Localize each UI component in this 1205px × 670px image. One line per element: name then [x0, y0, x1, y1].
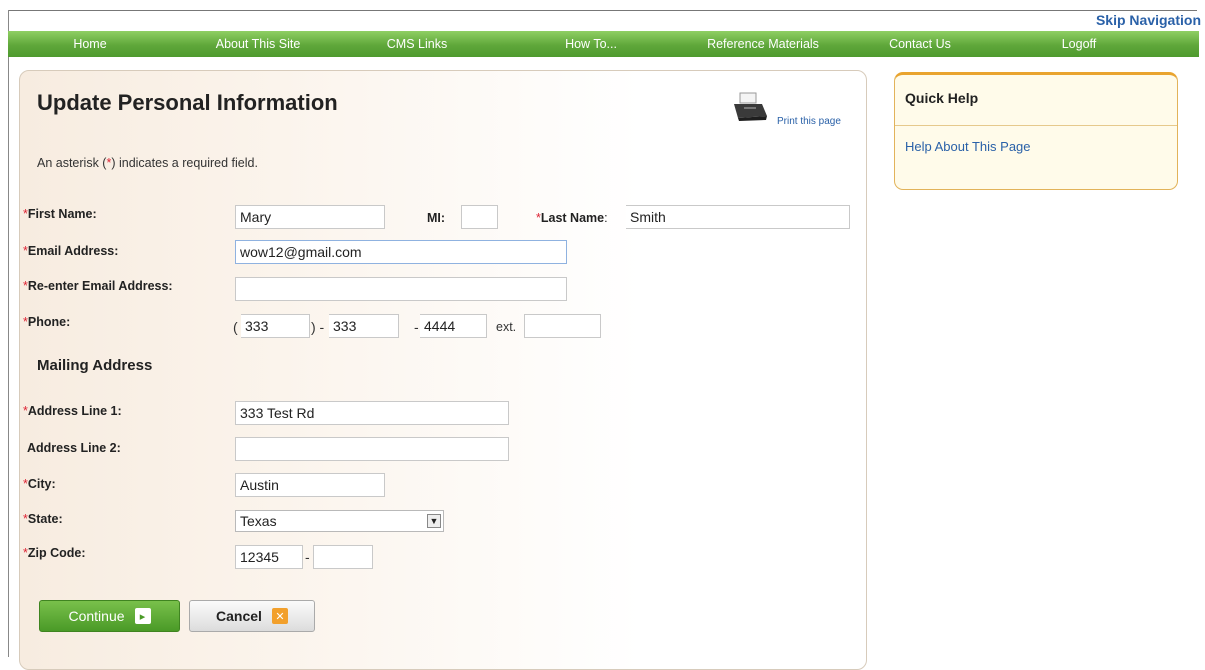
zip-plus4-input[interactable] — [313, 545, 373, 569]
city-input[interactable] — [235, 473, 385, 497]
left-border — [8, 10, 9, 657]
nav-cms-links[interactable]: CMS Links — [387, 37, 447, 51]
cancel-button-label: Cancel — [216, 608, 262, 624]
nav-logoff[interactable]: Logoff — [1062, 37, 1097, 51]
print-page-link[interactable]: Print this page — [777, 116, 841, 127]
required-field-note: An asterisk (*) indicates a required fie… — [37, 156, 258, 170]
phone-close-paren: ) - — [311, 319, 325, 335]
phone-ext-label: ext. — [496, 320, 517, 334]
nav-home[interactable]: Home — [73, 37, 106, 51]
nav-reference-materials[interactable]: Reference Materials — [707, 37, 819, 51]
continue-button-label: Continue — [68, 608, 125, 624]
cancel-button[interactable]: Cancel ✕ — [189, 600, 315, 632]
first-name-label: *First Name: — [23, 207, 97, 221]
address-line1-label: *Address Line 1: — [23, 404, 122, 418]
top-border — [8, 10, 1197, 11]
mailing-address-heading: Mailing Address — [37, 357, 153, 374]
phone-ext-input[interactable] — [524, 314, 601, 338]
main-navbar: Home About This Site CMS Links How To...… — [8, 31, 1199, 57]
first-name-input[interactable] — [235, 205, 385, 229]
continue-button[interactable]: Continue ▸ — [39, 600, 180, 632]
phone-open-paren: ( — [233, 319, 238, 335]
zip-code-label: *Zip Code: — [23, 546, 86, 560]
phone-prefix-input[interactable] — [329, 314, 399, 338]
mi-label: MI: — [427, 211, 446, 225]
quick-help-panel: Quick Help Help About This Page — [894, 72, 1178, 190]
middle-initial-input[interactable] — [461, 205, 498, 229]
quick-help-divider — [895, 125, 1177, 126]
last-name-input[interactable] — [626, 205, 850, 229]
phone-area-code-input[interactable] — [241, 314, 310, 338]
address-line1-input[interactable] — [235, 401, 509, 425]
state-label: *State: — [23, 512, 63, 526]
reenter-email-label: *Re-enter Email Address: — [23, 279, 173, 293]
close-icon: ✕ — [271, 608, 288, 624]
reenter-email-input[interactable] — [235, 277, 567, 301]
skip-navigation-link[interactable]: Skip Navigation — [1096, 12, 1201, 28]
help-about-page-link[interactable]: Help About This Page — [905, 139, 1031, 154]
address-line2-input[interactable] — [235, 437, 509, 461]
quick-help-title: Quick Help — [905, 90, 979, 106]
state-select-value: Texas — [240, 513, 277, 529]
state-select[interactable]: Texas ▼ — [235, 510, 444, 532]
nav-how-to[interactable]: How To... — [565, 37, 617, 51]
chevron-down-icon[interactable]: ▼ — [427, 514, 441, 528]
email-input[interactable] — [235, 240, 567, 264]
phone-dash: - — [414, 319, 419, 335]
zip-dash: - — [305, 549, 310, 565]
zip-code-input[interactable] — [235, 545, 303, 569]
arrow-right-icon: ▸ — [134, 608, 151, 624]
city-label: *City: — [23, 477, 56, 491]
last-name-label: *Last Name: — [536, 211, 608, 225]
phone-line-input[interactable] — [420, 314, 487, 338]
address-line2-label: Address Line 2: — [27, 441, 121, 455]
phone-label: *Phone: — [23, 315, 71, 329]
page-title: Update Personal Information — [37, 90, 338, 115]
nav-about-this-site[interactable]: About This Site — [216, 37, 301, 51]
printer-icon[interactable] — [732, 92, 768, 122]
nav-contact-us[interactable]: Contact Us — [889, 37, 951, 51]
email-label: *Email Address: — [23, 244, 119, 258]
